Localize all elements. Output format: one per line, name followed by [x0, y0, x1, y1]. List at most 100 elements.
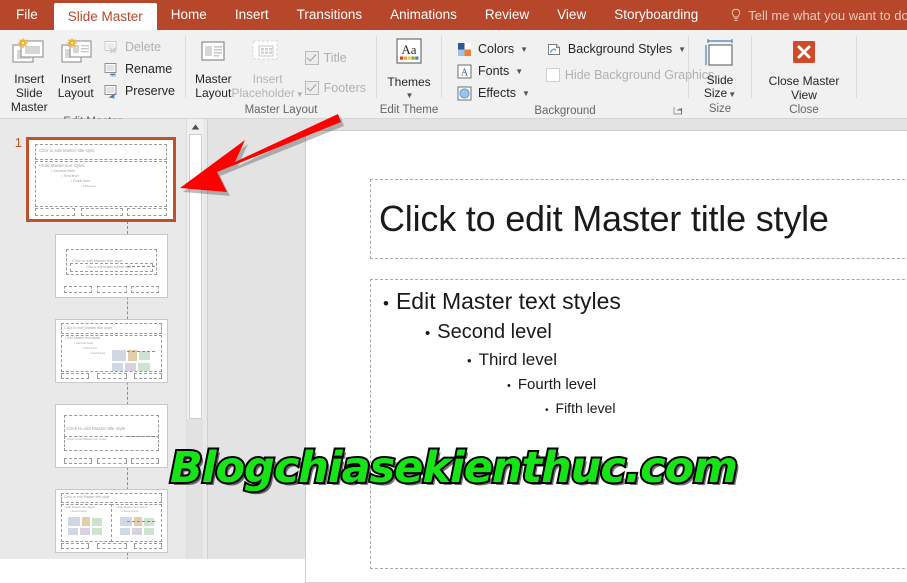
checkbox-hide-background-graphics[interactable] [545, 68, 560, 82]
bullet-icon: • [425, 325, 431, 342]
chevron-down-icon[interactable]: ▼ [520, 45, 528, 54]
thumb-footer-right [131, 286, 159, 293]
thumb-right-icon-d [120, 528, 130, 535]
title-checkbox-label: Title [323, 51, 347, 65]
close-master-view-button[interactable]: Close Master View [758, 34, 850, 102]
thumb-title-text: Click to edit Master title style [64, 326, 113, 330]
insert-layout-button[interactable]: Insert Layout [52, 34, 98, 100]
group-label-master-layout: Master Layout [244, 104, 318, 116]
fonts-button[interactable]: A Fonts ▼ [452, 61, 534, 81]
master-layout-button[interactable]: Master Layout [192, 34, 235, 100]
title-checkbox[interactable]: Title [301, 48, 370, 68]
rename-master-button[interactable]: ab Rename [99, 59, 179, 79]
colors-button[interactable]: Colors ▼ [452, 39, 534, 59]
insert-slide-master-icon [9, 36, 49, 70]
thumb-footer-center [81, 208, 123, 216]
slide-canvas[interactable]: Click to edit Master title style • Edit … [305, 130, 907, 583]
effects-icon [456, 85, 473, 102]
thumb-body-l1: • Edit Master text styles [39, 163, 85, 168]
body-level-3-text: Third level [478, 350, 557, 369]
chevron-down-icon[interactable]: ▼ [728, 90, 736, 99]
preserve-icon [103, 83, 120, 100]
tab-transitions[interactable]: Transitions [283, 0, 377, 30]
body-level-5[interactable]: • Fifth level [545, 400, 907, 416]
ribbon: Insert Slide Master Insert Layout Delete… [0, 30, 907, 128]
ribbon-group-size: Slide Size▼ Size [689, 30, 751, 118]
themes-label: Themes ▼ [387, 75, 431, 100]
slide-size-icon [700, 36, 740, 72]
colors-label: Colors [478, 42, 515, 56]
scroll-up-arrow-icon[interactable] [187, 119, 204, 134]
thumb-footer-right [127, 208, 167, 216]
thumb-footer-center [97, 543, 127, 549]
thumb-footer-left [61, 543, 89, 549]
thumb-footer-right [134, 543, 162, 549]
chevron-down-icon[interactable]: ▼ [515, 67, 523, 76]
group-label-size: Size [708, 103, 732, 115]
slide-editing-area: Click to edit Master title style • Edit … [208, 119, 907, 583]
slide-size-label: Slide Size▼ [703, 73, 737, 100]
tab-view[interactable]: View [543, 0, 600, 30]
tab-animations[interactable]: Animations [376, 0, 471, 30]
thumb-body-l4: • Fourth level [90, 352, 106, 355]
delete-master-button[interactable]: Delete [99, 37, 179, 57]
insert-slide-master-label: Insert Slide Master [10, 72, 48, 114]
body-level-2[interactable]: • Second level [425, 321, 907, 344]
preserve-master-button[interactable]: Preserve [99, 81, 179, 101]
thumbnail-pane-scrollbar[interactable] [186, 119, 204, 559]
group-label-edit-theme: Edit Theme [379, 104, 439, 116]
checkbox-title[interactable] [304, 51, 319, 65]
body-level-2-text: Second level [437, 321, 552, 343]
thumb-footer-center [97, 286, 127, 293]
ribbon-group-background: Colors ▼ A Fonts ▼ Effects ▼ Background … [442, 30, 714, 118]
tab-slide-master[interactable]: Slide Master [53, 3, 157, 30]
bullet-icon: • [507, 380, 511, 392]
body-level-1[interactable]: • Edit Master text styles [383, 288, 907, 315]
thumb-title-text: Click to edit Master title style [39, 148, 95, 153]
thumb-content-icon-group [112, 350, 126, 361]
fonts-icon: A [456, 63, 473, 80]
tab-insert[interactable]: Insert [221, 0, 283, 30]
body-placeholder[interactable]: • Edit Master text styles • Second level… [370, 279, 907, 569]
effects-button[interactable]: Effects ▼ [452, 83, 534, 103]
body-level-3[interactable]: • Third level [467, 350, 907, 370]
insert-placeholder-icon [246, 36, 290, 70]
chevron-down-icon[interactable]: ▼ [406, 91, 414, 100]
group-label-close: Close [789, 104, 819, 116]
preserve-label: Preserve [124, 84, 175, 98]
checkbox-footers[interactable] [304, 81, 319, 95]
thumb-footer-right [134, 373, 162, 379]
insert-placeholder-button[interactable]: Insert Placeholder▼ [231, 34, 304, 102]
body-level-4-text: Fourth level [517, 376, 597, 393]
scrollbar-thumb[interactable] [189, 134, 202, 419]
body-level-4[interactable]: • Fourth level [507, 376, 907, 393]
background-dialog-launcher[interactable] [672, 104, 684, 116]
thumbnail-slide-master[interactable]: Click to edit Master title style • Edit … [26, 137, 176, 222]
footers-checkbox[interactable]: Footers [301, 78, 370, 98]
layout-connector-branch-5 [127, 521, 155, 522]
themes-button[interactable]: Aa Themes ▼ [383, 34, 435, 102]
svg-text:Aa: Aa [401, 42, 416, 57]
chevron-down-icon[interactable]: ▼ [522, 89, 530, 98]
layout-connector-branch-3 [127, 351, 155, 352]
ribbon-tab-bar: File Slide Master Home Insert Transition… [0, 0, 907, 30]
scrollbar-track[interactable] [187, 419, 204, 559]
theme-variant-commands: Colors ▼ A Fonts ▼ Effects ▼ [448, 36, 534, 103]
tab-review[interactable]: Review [471, 0, 543, 30]
slide-size-button[interactable]: Slide Size▼ [695, 34, 745, 101]
thumb-body-text: Click to edit Master text styles [67, 437, 107, 441]
thumb-content-icon-table [112, 363, 123, 371]
thumb-content-icon-video [138, 363, 150, 371]
svg-text:A: A [461, 67, 469, 78]
body-level-5-text: Fifth level [555, 400, 616, 416]
master-layout-icon [193, 36, 233, 70]
chevron-down-icon[interactable]: ▼ [678, 45, 686, 54]
tab-storyboarding[interactable]: Storyboarding [600, 0, 712, 30]
tell-me-search[interactable]: Tell me what you want to do... [730, 0, 907, 30]
slide-thumbnail-pane[interactable]: 1 Click to edit Master title style • Edi… [0, 119, 186, 559]
tab-file[interactable]: File [0, 0, 54, 30]
title-placeholder[interactable]: Click to edit Master title style [370, 179, 907, 259]
background-styles-icon [546, 41, 563, 58]
insert-slide-master-button[interactable]: Insert Slide Master [6, 34, 52, 114]
tab-home[interactable]: Home [157, 0, 221, 30]
